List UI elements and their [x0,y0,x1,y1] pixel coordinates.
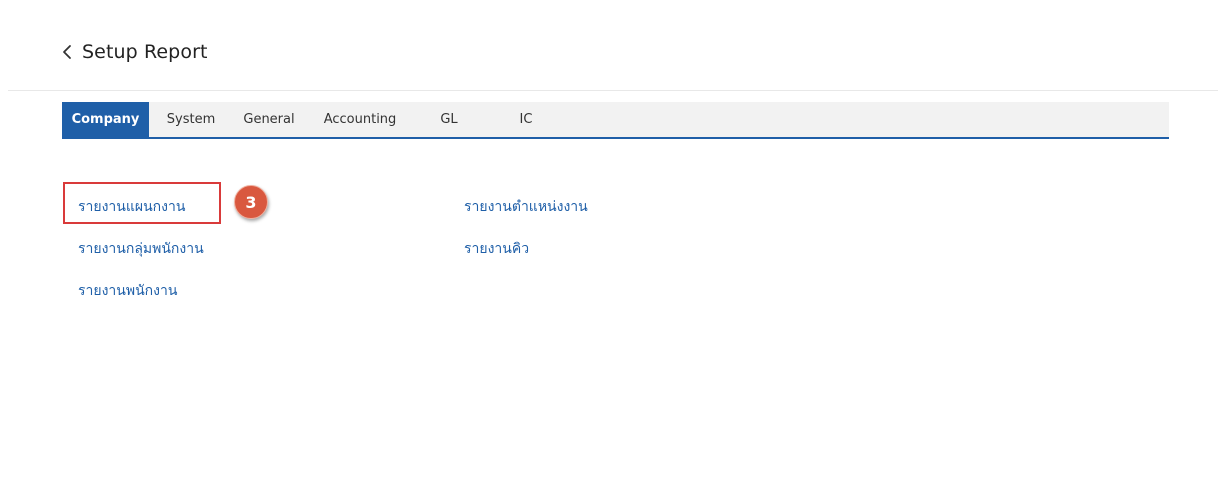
back-navigation[interactable]: Setup Report [60,38,208,66]
setup-report-page: Setup Report Company System General Acco… [0,0,1218,493]
highlight-box [63,182,221,224]
tab-system[interactable]: System [149,102,233,137]
chevron-left-icon[interactable] [60,42,74,62]
tab-general[interactable]: General [233,102,305,137]
tab-company[interactable]: Company [62,102,149,137]
report-category-tabs: Company System General Accounting GL IC [62,102,1169,139]
report-link-position[interactable]: รายงานตำแหน่งงาน [464,196,588,218]
tab-accounting[interactable]: Accounting [305,102,415,137]
header-divider [8,90,1218,91]
page-title: Setup Report [82,41,208,63]
tab-gl[interactable]: GL [415,102,483,137]
report-link-employee[interactable]: รายงานพนักงาน [78,280,177,302]
report-link-queue[interactable]: รายงานคิว [464,238,529,260]
step-badge: 3 [234,185,268,219]
tab-ic[interactable]: IC [483,102,569,137]
report-link-employee-group[interactable]: รายงานกลุ่มพนักงาน [78,238,204,260]
